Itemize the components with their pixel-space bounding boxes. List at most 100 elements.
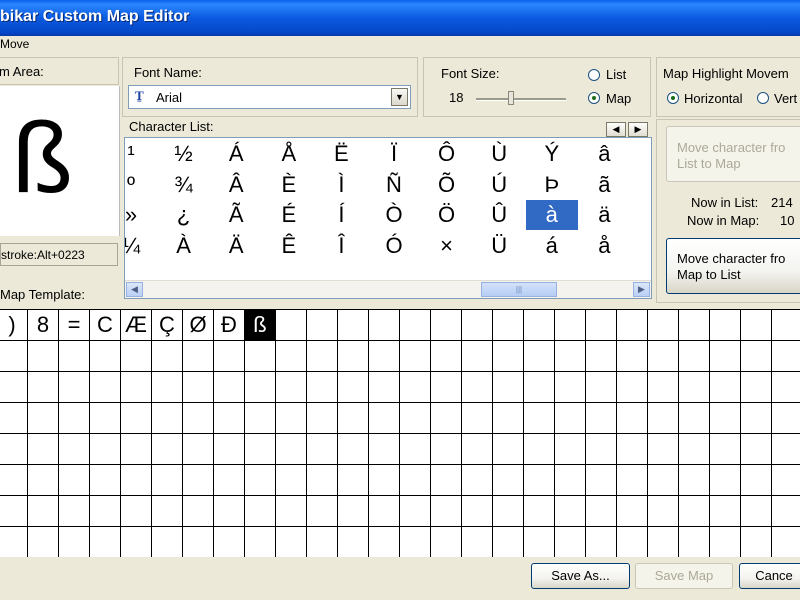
- map-cell[interactable]: [90, 465, 121, 496]
- map-cell[interactable]: [369, 465, 400, 496]
- map-cell[interactable]: [183, 496, 214, 527]
- map-cell[interactable]: C: [90, 310, 121, 341]
- map-cell[interactable]: [183, 372, 214, 403]
- map-cell[interactable]: [400, 403, 431, 434]
- map-cell[interactable]: [555, 403, 586, 434]
- map-cell[interactable]: [152, 496, 183, 527]
- map-cell[interactable]: [586, 465, 617, 496]
- map-cell[interactable]: [152, 403, 183, 434]
- map-cell[interactable]: [648, 465, 679, 496]
- map-cell[interactable]: [369, 496, 400, 527]
- map-cell[interactable]: [493, 496, 524, 527]
- map-cell[interactable]: [276, 496, 307, 527]
- map-cell[interactable]: [338, 341, 369, 372]
- map-cell[interactable]: [493, 341, 524, 372]
- map-cell[interactable]: [90, 434, 121, 465]
- map-cell[interactable]: 8: [28, 310, 59, 341]
- map-cell[interactable]: [214, 527, 245, 558]
- map-cell[interactable]: [648, 403, 679, 434]
- char-cell[interactable]: ã: [578, 170, 630, 200]
- map-cell[interactable]: [28, 496, 59, 527]
- map-cell[interactable]: [586, 403, 617, 434]
- char-cell[interactable]: Ï: [368, 139, 420, 169]
- map-cell[interactable]: [679, 496, 710, 527]
- cancel-button[interactable]: Cance: [739, 563, 800, 589]
- map-cell[interactable]: [245, 341, 276, 372]
- map-cell[interactable]: [679, 372, 710, 403]
- save-as-button[interactable]: Save As...: [531, 563, 630, 589]
- char-cell[interactable]: »: [125, 200, 157, 230]
- map-cell[interactable]: [431, 496, 462, 527]
- map-cell[interactable]: [741, 403, 772, 434]
- map-cell[interactable]: [121, 465, 152, 496]
- map-cell[interactable]: [338, 465, 369, 496]
- map-cell[interactable]: [28, 403, 59, 434]
- map-cell[interactable]: [245, 372, 276, 403]
- map-cell[interactable]: [493, 403, 524, 434]
- map-template-grid[interactable]: ) 8 = C Æ Ç Ø Ðß: [0, 309, 800, 558]
- map-cell[interactable]: [648, 434, 679, 465]
- map-cell[interactable]: [462, 496, 493, 527]
- map-cell[interactable]: [28, 527, 59, 558]
- map-cell[interactable]: [152, 434, 183, 465]
- map-cell[interactable]: [338, 527, 369, 558]
- chevron-left-icon[interactable]: ◀: [606, 122, 626, 137]
- map-cell[interactable]: [400, 434, 431, 465]
- map-cell[interactable]: [431, 465, 462, 496]
- map-cell[interactable]: [679, 403, 710, 434]
- map-cell[interactable]: Ç: [152, 310, 183, 341]
- map-cell[interactable]: [710, 403, 741, 434]
- map-cell[interactable]: [741, 434, 772, 465]
- map-cell[interactable]: ): [0, 310, 28, 341]
- map-cell[interactable]: [679, 341, 710, 372]
- map-cell[interactable]: [400, 341, 431, 372]
- map-cell[interactable]: [0, 465, 28, 496]
- char-cell[interactable]: â: [578, 139, 630, 169]
- map-cell[interactable]: [214, 465, 245, 496]
- map-cell[interactable]: Æ: [121, 310, 152, 341]
- map-cell[interactable]: [617, 403, 648, 434]
- map-cell[interactable]: [59, 372, 90, 403]
- char-cell[interactable]: É: [263, 200, 315, 230]
- map-cell[interactable]: [338, 434, 369, 465]
- character-list-scrollbar[interactable]: ◀ ||| ▶: [125, 280, 651, 298]
- map-cell[interactable]: [400, 496, 431, 527]
- save-map-button[interactable]: Save Map: [635, 563, 733, 589]
- map-cell[interactable]: [152, 465, 183, 496]
- map-cell[interactable]: [462, 403, 493, 434]
- map-cell[interactable]: [431, 527, 462, 558]
- map-cell[interactable]: [493, 527, 524, 558]
- map-cell[interactable]: [710, 341, 741, 372]
- char-cell[interactable]: Ô: [421, 139, 473, 169]
- chevron-right-icon[interactable]: ▶: [628, 122, 648, 137]
- char-cell[interactable]: Ä: [210, 231, 262, 261]
- map-cell[interactable]: [369, 341, 400, 372]
- radio-vertical[interactable]: [757, 92, 769, 104]
- map-cell[interactable]: [679, 527, 710, 558]
- map-cell[interactable]: [524, 341, 555, 372]
- map-cell[interactable]: [0, 434, 28, 465]
- char-cell[interactable]: à: [525, 200, 578, 230]
- map-cell[interactable]: [307, 372, 338, 403]
- map-cell[interactable]: [307, 434, 338, 465]
- map-cell[interactable]: [772, 465, 800, 496]
- map-cell[interactable]: [183, 465, 214, 496]
- map-cell[interactable]: [772, 372, 800, 403]
- map-cell[interactable]: [121, 403, 152, 434]
- map-cell[interactable]: [307, 527, 338, 558]
- map-cell[interactable]: [772, 403, 800, 434]
- map-cell[interactable]: [307, 496, 338, 527]
- map-cell[interactable]: [524, 496, 555, 527]
- map-cell[interactable]: [431, 403, 462, 434]
- map-cell[interactable]: [338, 372, 369, 403]
- char-cell[interactable]: Á: [210, 139, 262, 169]
- char-cell[interactable]: Ì: [315, 170, 367, 200]
- map-cell[interactable]: [245, 434, 276, 465]
- map-cell[interactable]: [555, 465, 586, 496]
- char-cell[interactable]: Õ: [421, 170, 473, 200]
- map-cell[interactable]: [214, 341, 245, 372]
- map-cell[interactable]: =: [59, 310, 90, 341]
- map-cell[interactable]: [338, 496, 369, 527]
- move-to-list-button[interactable]: Move character fro Map to List: [666, 238, 800, 294]
- map-cell[interactable]: [679, 465, 710, 496]
